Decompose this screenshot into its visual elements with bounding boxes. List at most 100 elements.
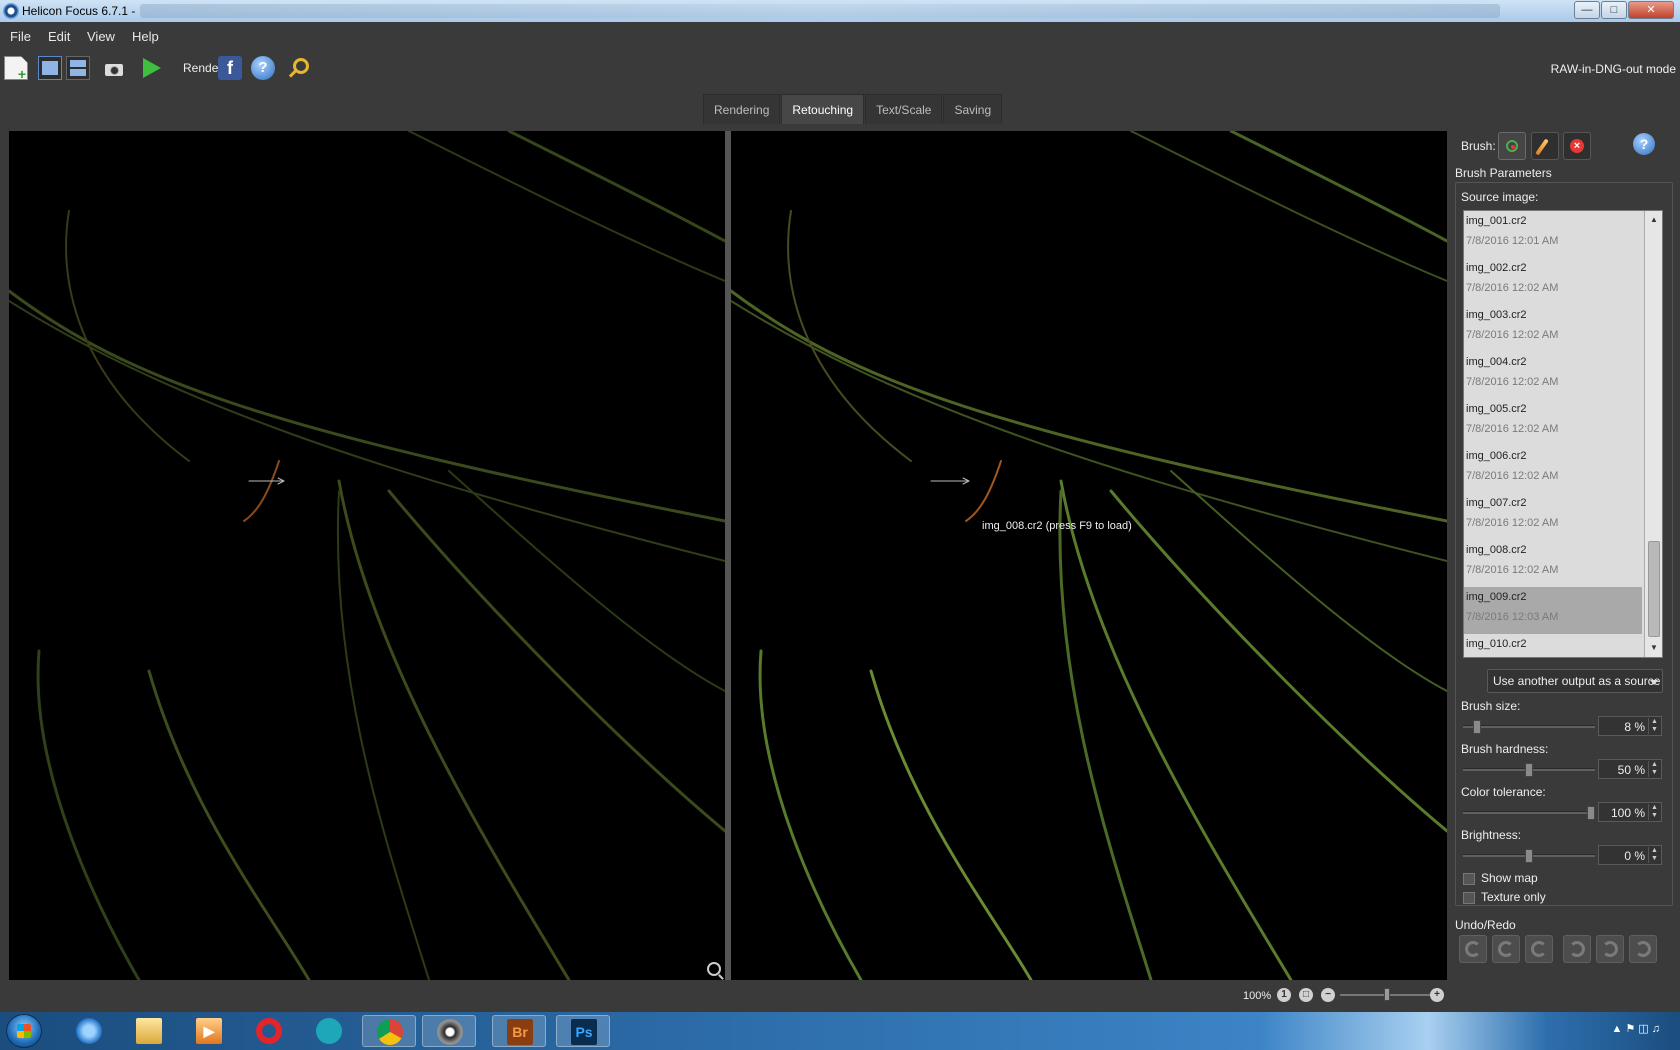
camera-icon[interactable] bbox=[102, 56, 126, 80]
show-map-checkbox[interactable] bbox=[1463, 873, 1475, 885]
source-image-item[interactable]: img_002.cr2 7/8/2016 12:02 AM bbox=[1464, 258, 1642, 305]
menu-edit[interactable]: Edit bbox=[48, 29, 70, 44]
window-title: Helicon Focus 6.7.1 - bbox=[22, 4, 136, 18]
mode-label: RAW-in-DNG-out mode bbox=[1550, 62, 1676, 76]
brush-size-slider[interactable] bbox=[1463, 720, 1595, 734]
brush-hardness-slider[interactable] bbox=[1463, 763, 1595, 777]
tab-rendering[interactable]: Rendering bbox=[703, 94, 781, 124]
taskbar-opera[interactable] bbox=[242, 1015, 296, 1047]
source-image-item[interactable]: img_010.cr2 bbox=[1464, 634, 1642, 657]
output-source-dropdown[interactable]: Use another output as a source bbox=[1487, 669, 1663, 693]
tab-saving[interactable]: Saving bbox=[943, 94, 1003, 124]
brush-size-spinbox[interactable]: 8 % ▲ ▼ bbox=[1598, 716, 1662, 736]
result-image-viewport[interactable]: img_008.cr2 (press F9 to load) bbox=[731, 131, 1447, 980]
color-tolerance-slider[interactable] bbox=[1463, 806, 1595, 820]
actual-size-icon[interactable]: 1 bbox=[1277, 988, 1291, 1002]
source-image-item[interactable]: img_009.cr2 7/8/2016 12:03 AM bbox=[1464, 587, 1642, 634]
taskbar-helicon-focus[interactable] bbox=[422, 1015, 476, 1047]
taskbar-file-explorer[interactable] bbox=[122, 1015, 176, 1047]
taskbar-chrome[interactable] bbox=[362, 1015, 416, 1047]
tab-retouching[interactable]: Retouching bbox=[781, 94, 865, 124]
internet-explorer-icon bbox=[76, 1018, 102, 1044]
media-player-icon: ▶ bbox=[196, 1018, 222, 1044]
brightness-spinbox[interactable]: 0 % ▲ ▼ bbox=[1598, 845, 1662, 865]
zoom-slider[interactable] bbox=[1340, 988, 1434, 1001]
erase-icon: × bbox=[1570, 139, 1584, 153]
facebook-icon[interactable]: f bbox=[218, 56, 242, 80]
spin-arrows-icon[interactable]: ▲ ▼ bbox=[1648, 761, 1660, 777]
spin-arrows-icon[interactable]: ▲ ▼ bbox=[1648, 804, 1660, 820]
fit-to-window-icon[interactable]: □ bbox=[1299, 988, 1313, 1002]
color-tolerance-slider-thumb[interactable] bbox=[1587, 806, 1595, 820]
brush-hardness-slider-thumb[interactable] bbox=[1525, 763, 1533, 777]
erase-brush-button[interactable]: × bbox=[1563, 132, 1591, 160]
texture-only-label: Texture only bbox=[1481, 890, 1546, 904]
help-icon[interactable]: ? bbox=[251, 56, 275, 80]
key-icon[interactable] bbox=[283, 56, 309, 80]
source-image-name: img_007.cr2 bbox=[1466, 497, 1527, 509]
play-icon bbox=[143, 58, 161, 78]
source-image-name: img_010.cr2 bbox=[1466, 638, 1527, 650]
source-image-viewport[interactable] bbox=[9, 131, 725, 980]
scroll-down-icon[interactable]: ▼ bbox=[1647, 641, 1661, 655]
source-image-date: 7/8/2016 12:02 AM bbox=[1466, 282, 1559, 294]
new-project-icon[interactable] bbox=[4, 56, 28, 80]
paint-brush-icon bbox=[1535, 138, 1549, 156]
side-by-side-layout-icon[interactable] bbox=[38, 56, 62, 80]
brush-size-slider-thumb[interactable] bbox=[1472, 720, 1481, 734]
brush-hardness-label: Brush hardness: bbox=[1461, 742, 1549, 756]
redo-multiple-icon bbox=[1602, 941, 1618, 957]
redo-button[interactable] bbox=[1563, 935, 1591, 963]
source-image-item[interactable]: img_005.cr2 7/8/2016 12:02 AM bbox=[1464, 399, 1642, 446]
retouch-panel: Brush: × ? Brush Parameters Source image… bbox=[1453, 128, 1680, 980]
maximize-button[interactable]: □ bbox=[1601, 1, 1627, 19]
undo-all-button[interactable] bbox=[1459, 935, 1487, 963]
color-tolerance-value: 100 % bbox=[1610, 806, 1645, 820]
scroll-thumb[interactable] bbox=[1648, 541, 1660, 637]
spin-arrows-icon[interactable]: ▲ ▼ bbox=[1648, 847, 1660, 863]
magnifier-icon[interactable] bbox=[707, 962, 721, 976]
taskbar-media-player[interactable]: ▶ bbox=[182, 1015, 236, 1047]
redo-multiple-button[interactable] bbox=[1596, 935, 1624, 963]
source-brush-button[interactable] bbox=[1498, 132, 1526, 160]
menu-view[interactable]: View bbox=[87, 29, 115, 44]
brush-hardness-spinbox[interactable]: 50 % ▲ ▼ bbox=[1598, 759, 1662, 779]
taskbar-music-app[interactable] bbox=[302, 1015, 356, 1047]
texture-only-checkbox[interactable] bbox=[1463, 892, 1475, 904]
brightness-slider[interactable] bbox=[1463, 849, 1595, 863]
taskbar-adobe-bridge[interactable]: Br bbox=[492, 1015, 546, 1047]
source-image-item[interactable]: img_004.cr2 7/8/2016 12:02 AM bbox=[1464, 352, 1642, 399]
zoom-in-icon[interactable]: + bbox=[1430, 988, 1444, 1002]
spin-arrows-icon[interactable]: ▲ ▼ bbox=[1648, 718, 1660, 734]
source-image-item[interactable]: img_006.cr2 7/8/2016 12:02 AM bbox=[1464, 446, 1642, 493]
source-image-item[interactable]: img_003.cr2 7/8/2016 12:02 AM bbox=[1464, 305, 1642, 352]
stacked-layout-icon[interactable] bbox=[66, 56, 90, 80]
zoom-out-icon[interactable]: − bbox=[1321, 988, 1335, 1002]
taskbar-internet-explorer[interactable] bbox=[62, 1015, 116, 1047]
menu-help[interactable]: Help bbox=[132, 29, 159, 44]
source-image-item[interactable]: img_001.cr2 7/8/2016 12:01 AM bbox=[1464, 211, 1642, 258]
zoom-slider-thumb[interactable] bbox=[1384, 988, 1390, 1001]
start-button[interactable] bbox=[6, 1014, 42, 1048]
scroll-up-icon[interactable]: ▲ bbox=[1647, 213, 1661, 227]
source-image-date: 7/8/2016 12:02 AM bbox=[1466, 329, 1559, 341]
color-tolerance-spinbox[interactable]: 100 % ▲ ▼ bbox=[1598, 802, 1662, 822]
taskbar-photoshop[interactable]: Ps bbox=[556, 1015, 610, 1047]
brightness-slider-thumb[interactable] bbox=[1525, 849, 1533, 863]
source-image-item[interactable]: img_007.cr2 7/8/2016 12:02 AM bbox=[1464, 493, 1642, 540]
minimize-button[interactable]: — bbox=[1574, 1, 1600, 19]
source-image-list[interactable]: img_001.cr2 7/8/2016 12:01 AM img_002.cr2 7… bbox=[1463, 210, 1663, 658]
system-tray[interactable]: ▲ ⚑ ◫ ♫ bbox=[1611, 1022, 1660, 1035]
menu-file[interactable]: File bbox=[10, 29, 31, 44]
source-brush-icon bbox=[1506, 140, 1518, 152]
close-button[interactable]: ✕ bbox=[1628, 1, 1674, 19]
undo-multiple-button[interactable] bbox=[1492, 935, 1520, 963]
source-image-content bbox=[9, 131, 725, 980]
source-list-scrollbar[interactable]: ▲ ▼ bbox=[1644, 211, 1662, 657]
panel-help-icon[interactable]: ? bbox=[1633, 133, 1655, 155]
source-image-item[interactable]: img_008.cr2 7/8/2016 12:02 AM bbox=[1464, 540, 1642, 587]
undo-button[interactable] bbox=[1525, 935, 1553, 963]
tab-text-scale[interactable]: Text/Scale bbox=[865, 94, 943, 124]
paint-brush-button[interactable] bbox=[1531, 132, 1559, 160]
redo-all-button[interactable] bbox=[1629, 935, 1657, 963]
